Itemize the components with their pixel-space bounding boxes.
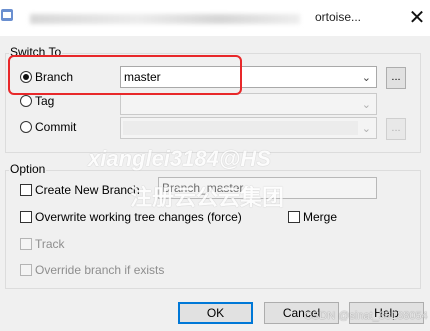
- watermark-text-2: 注册云公云集团: [130, 185, 285, 210]
- branch-browse-button[interactable]: ...: [386, 67, 406, 89]
- tag-label: Tag: [35, 94, 55, 108]
- chevron-down-icon: ⌄: [361, 72, 371, 84]
- title-bar: ortoise... ✕: [0, 0, 430, 36]
- tag-combo[interactable]: ⌄: [120, 93, 377, 115]
- option-title: Option: [9, 162, 47, 176]
- app-icon: [0, 8, 14, 22]
- override-checkbox[interactable]: [20, 264, 32, 276]
- track-checkbox[interactable]: [20, 238, 32, 250]
- chevron-down-icon: ⌄: [361, 99, 371, 111]
- merge-label: Merge: [303, 210, 338, 224]
- commit-label: Commit: [35, 120, 77, 134]
- ok-button[interactable]: OK: [178, 302, 253, 324]
- override-label: Override branch if exists: [35, 263, 165, 277]
- csdn-watermark: CSDN @sinat_38138054: [304, 310, 428, 322]
- tag-radio[interactable]: [20, 95, 32, 107]
- watermark-text: xianglei3184@HS: [88, 146, 271, 171]
- blurred-title: [30, 14, 300, 24]
- chevron-down-icon: ⌄: [361, 123, 371, 135]
- highlight-box: [8, 55, 242, 95]
- overwrite-label: Overwrite working tree changes (force): [35, 210, 242, 224]
- commit-browse-button[interactable]: ...: [386, 118, 406, 140]
- window-title: ortoise...: [315, 10, 362, 24]
- commit-radio[interactable]: [20, 121, 32, 133]
- merge-checkbox[interactable]: [288, 211, 300, 223]
- track-label: Track: [35, 237, 65, 251]
- create-new-branch-checkbox[interactable]: [20, 184, 32, 196]
- close-icon[interactable]: ✕: [404, 5, 430, 31]
- commit-field: [123, 121, 358, 135]
- commit-combo[interactable]: ⌄: [120, 117, 377, 139]
- overwrite-checkbox[interactable]: [20, 211, 32, 223]
- create-new-branch-label: Create New Branch: [35, 183, 140, 197]
